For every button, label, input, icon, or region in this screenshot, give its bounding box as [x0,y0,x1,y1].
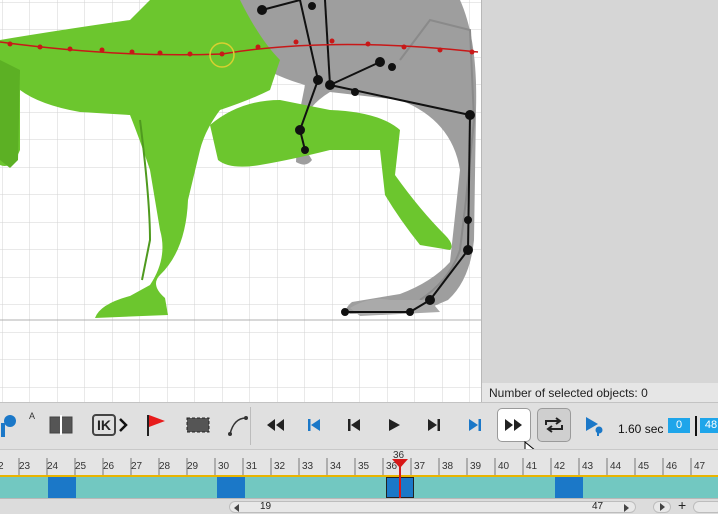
frame-ruler[interactable]: 2 23 24 25 26 27 28 29 30 31 32 33 34 35… [0,449,718,476]
step-back-icon [348,419,360,431]
frame-tick: 32 [274,461,286,472]
keyframe-block[interactable] [217,477,245,498]
chevron-left-icon[interactable] [234,504,240,512]
frame-tick: 40 [498,461,510,472]
properties-panel [481,0,718,383]
play-icon [389,419,400,431]
play-key-icon [586,417,603,436]
time-readout: 1.60 sec [618,422,664,436]
range-bar: 19 47 + [0,497,718,514]
go-to-start-button[interactable] [297,408,331,442]
frame-tick: 38 [442,461,454,472]
step-forward-icon [428,419,440,431]
frame-tick: 41 [526,461,538,472]
play-button[interactable] [377,408,411,442]
frame-tick: 46 [666,461,678,472]
frame-tick: 43 [582,461,594,472]
skip-start-icon [308,419,320,431]
zoom-slider[interactable] [693,501,718,513]
frame-tick: 29 [187,461,199,472]
ik-button[interactable]: IK [86,408,136,442]
selection-box-icon [186,417,210,433]
frame-tick: 30 [218,461,230,472]
range-scrollbar[interactable]: 19 47 [229,501,636,513]
fast-forward-icon [505,419,522,431]
chevron-right-icon [119,418,128,432]
frame-tick: 42 [554,461,566,472]
frame-end-field[interactable]: 48 [700,418,718,433]
marker-flag-button[interactable] [138,408,172,442]
animation-toolbar: A IK 1.60 sec 0 48 [0,402,718,460]
loop-icon [545,417,563,433]
frame-tick: 26 [103,461,115,472]
auto-key-label[interactable]: A [29,411,35,421]
range-start-label: 19 [260,501,272,512]
fast-forward-button[interactable] [497,408,531,442]
frame-tick: 24 [47,461,59,472]
red-flag-icon [147,415,165,436]
curve-icon [228,416,248,436]
next-key-button[interactable] [417,408,451,442]
frame-tick: 45 [638,461,650,472]
frame-tick: 35 [358,461,370,472]
skip-end-icon [469,419,481,431]
go-to-end-button[interactable] [458,408,492,442]
keyframe-block[interactable] [48,477,76,498]
frame-tick: 2 [0,461,4,472]
selected-objects-count: Number of selected objects: 0 [489,386,648,400]
frame-tick: 34 [330,461,342,472]
chevron-right-icon[interactable] [624,504,630,512]
frame-selection-button[interactable] [181,408,215,442]
frame-tick: 27 [131,461,143,472]
keyframe-toggle-button[interactable] [44,408,78,442]
frame-tick: 25 [75,461,87,472]
frame-tick: 33 [302,461,314,472]
toolbar-divider [250,407,251,445]
frame-tick: 37 [414,461,426,472]
add-range-button[interactable]: + [678,497,686,513]
frame-tick: 23 [19,461,31,472]
frame-tick: 44 [610,461,622,472]
previous-key-button[interactable] [337,408,371,442]
viewport-canvas[interactable] [0,0,481,402]
frame-tick: 47 [694,461,706,472]
set-key-button[interactable] [0,408,22,442]
rewind-button[interactable] [258,408,292,442]
range-scroll-right[interactable] [653,501,671,513]
range-end-label: 47 [592,501,604,512]
keyframe-block[interactable] [555,477,583,498]
3d-viewport[interactable] [0,0,481,402]
playback-key-button[interactable] [577,408,611,442]
frame-start-field[interactable]: 0 [668,418,690,433]
selection-status-bar: Number of selected objects: 0 [481,383,718,402]
frame-tick: 31 [246,461,258,472]
frame-tick: 28 [159,461,171,472]
rewind-icon [267,419,284,431]
frame-tick: 39 [470,461,482,472]
loop-toggle-button[interactable] [537,408,571,442]
key-icon [1,415,16,437]
frame-separator [695,416,697,436]
ik-label: IK [92,414,116,436]
chevron-right-icon [660,503,665,511]
keyframe-track[interactable] [0,475,718,498]
keyframe-box-icon [49,415,73,435]
playhead-icon[interactable] [392,459,408,469]
